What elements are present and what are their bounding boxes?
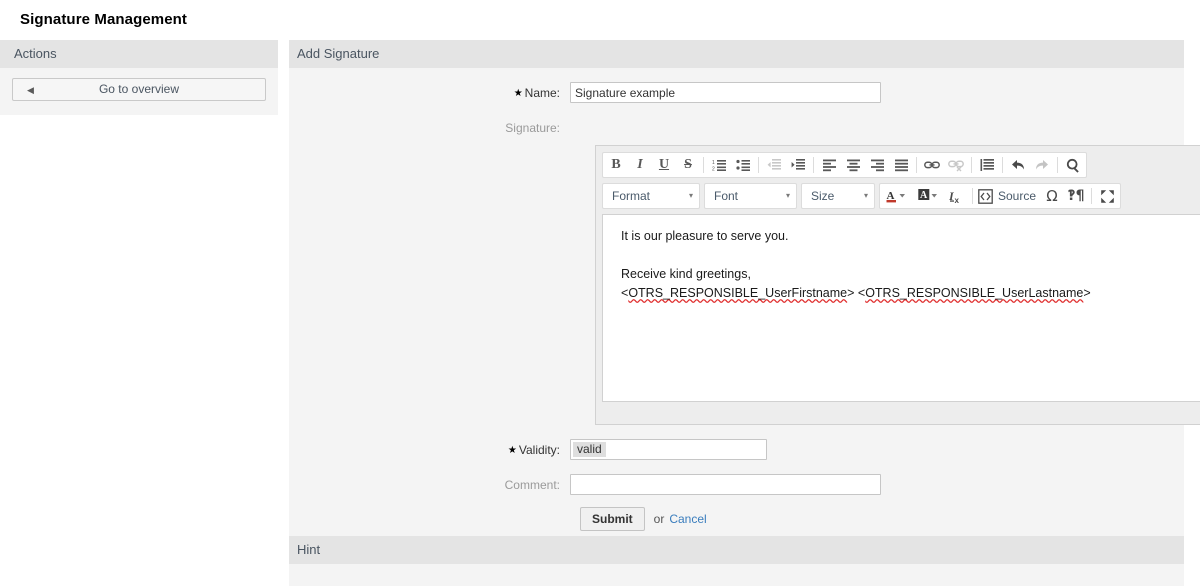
actions-widget-header: Actions: [0, 40, 278, 68]
submit-button[interactable]: Submit: [580, 507, 645, 531]
hint-widget: Hint: [289, 536, 1184, 586]
remove-format-icon[interactable]: Ix: [945, 185, 969, 207]
name-row: ★ Name:: [289, 82, 1184, 106]
unlink-icon[interactable]: [944, 154, 968, 176]
text-color-icon[interactable]: A: [881, 185, 913, 207]
bulleted-list-icon[interactable]: [731, 154, 755, 176]
svg-text:2: 2: [712, 167, 715, 173]
signature-editor: B I U S 12 Format ▾ Font ▾ Size ▾ A A I …: [595, 145, 1200, 425]
align-right-icon[interactable]: [865, 154, 889, 176]
align-center-icon[interactable]: [841, 154, 865, 176]
required-star-icon: ★: [513, 88, 523, 99]
validity-selected-option: valid: [573, 442, 606, 457]
toolbar-separator: [813, 157, 814, 173]
cke-editor-container: B I U S 12 Format ▾ Font ▾ Size ▾ A A I …: [595, 145, 1200, 425]
bidi-icon[interactable]: ‽¶: [1064, 185, 1088, 207]
cke-toolbar-row-2: Format ▾ Font ▾ Size ▾ A A I x Source Ω …: [602, 183, 1200, 209]
toolbar-separator: [916, 157, 917, 173]
editor-paragraph-2: Receive kind greetings, <OTRS_RESPONSIBL…: [621, 265, 1193, 303]
cke-footer: [596, 402, 1200, 424]
italic-icon[interactable]: I: [628, 154, 652, 176]
editor-line-2: Receive kind greetings,: [621, 267, 751, 281]
actions-widget: Actions ◀ Go to overview: [0, 40, 278, 115]
blockquote-icon[interactable]: [975, 154, 999, 176]
find-icon[interactable]: [1061, 154, 1085, 176]
toolbar-separator: [703, 157, 704, 173]
align-justify-icon[interactable]: [889, 154, 913, 176]
cke-toolbox: B I U S 12 Format ▾ Font ▾ Size ▾ A A I …: [596, 152, 1200, 209]
add-signature-header: Add Signature: [289, 40, 1184, 68]
hint-widget-header: Hint: [289, 536, 1184, 564]
name-field-wrap: [570, 82, 881, 103]
cke-toolbar-row-1: B I U S 12: [602, 152, 1200, 178]
source-label: Source: [998, 189, 1037, 203]
required-star-icon: ★: [507, 445, 517, 456]
toolbar-separator: [1057, 157, 1058, 173]
size-combo[interactable]: Size ▾: [801, 183, 875, 209]
numbered-list-icon[interactable]: 12: [707, 154, 731, 176]
chevron-down-icon: ▾: [863, 191, 868, 200]
sidebar-item-label: Go to overview: [98, 82, 180, 96]
font-combo[interactable]: Font ▾: [704, 183, 797, 209]
format-combo[interactable]: Format ▾: [602, 183, 700, 209]
bold-icon[interactable]: B: [604, 154, 628, 176]
editor-tag-firstname: OTRS_RESPONSIBLE_UserFirstname: [628, 286, 848, 300]
background-color-icon[interactable]: A: [913, 185, 945, 207]
editor-tag-lastname: OTRS_RESPONSIBLE_UserLastname: [865, 286, 1084, 300]
cancel-link[interactable]: Cancel: [669, 512, 706, 526]
editor-paragraph-1: It is our pleasure to serve you.: [621, 229, 789, 243]
indent-icon[interactable]: [786, 154, 810, 176]
editor-line-3-mid: > <: [847, 286, 866, 300]
toolbar-separator: [971, 157, 972, 173]
page-layout: Actions ◀ Go to overview Add Signature ★…: [0, 40, 1200, 586]
toolbar-separator: [758, 157, 759, 173]
underline-icon[interactable]: U: [652, 154, 676, 176]
toolbar-separator: [1002, 157, 1003, 173]
form-actions: Submit or Cancel: [580, 507, 1184, 531]
add-signature-form: ★Name: Signature: B: [289, 68, 1200, 547]
sidebar-item-go-to-overview[interactable]: ◀ Go to overview: [12, 78, 266, 101]
actions-widget-body: ◀ Go to overview: [0, 68, 278, 115]
signature-label: Signature:: [505, 121, 560, 135]
chevron-down-icon: ▾: [785, 191, 790, 200]
cke-basicstyles-group: B I U S 12: [602, 152, 1087, 178]
link-icon[interactable]: [920, 154, 944, 176]
main-content: Add Signature ★Name: Signature:: [289, 40, 1200, 547]
hint-widget-body: [289, 564, 1184, 586]
redo-icon[interactable]: [1030, 154, 1054, 176]
comment-row: Comment:: [289, 474, 1184, 496]
format-combo-label: Format: [612, 189, 651, 203]
maximize-icon[interactable]: [1095, 185, 1119, 207]
page-title: Signature Management: [20, 11, 188, 28]
signature-editor-body[interactable]: It is our pleasure to serve you. Receive…: [602, 214, 1200, 402]
toolbar-separator: [1091, 188, 1093, 204]
svg-text:1: 1: [712, 160, 715, 166]
editor-line-3-close: >: [1083, 286, 1091, 300]
comment-label: Comment:: [504, 478, 560, 492]
outdent-icon[interactable]: [762, 154, 786, 176]
name-input[interactable]: [570, 82, 881, 103]
sidebar: Actions ◀ Go to overview: [0, 40, 278, 115]
font-combo-label: Font: [714, 189, 739, 203]
validity-label: ★ Validity:: [507, 443, 560, 457]
strikethrough-icon[interactable]: S: [676, 154, 700, 176]
chevron-down-icon: ▾: [688, 191, 693, 200]
undo-icon[interactable]: [1006, 154, 1030, 176]
validity-row: ★ Validity: valid: [289, 439, 1184, 463]
toolbar-separator: [972, 188, 973, 204]
align-left-icon[interactable]: [817, 154, 841, 176]
svg-text:x: x: [955, 196, 960, 204]
size-combo-label: Size: [811, 189, 835, 203]
source-icon[interactable]: Source: [976, 185, 1040, 207]
special-character-icon[interactable]: Ω: [1040, 185, 1064, 207]
or-label: or: [653, 512, 665, 526]
signature-label-row: Signature:: [289, 117, 1184, 139]
validity-select[interactable]: valid: [570, 439, 767, 460]
svg-text:A: A: [920, 190, 928, 201]
back-arrow-icon: ◀: [27, 85, 34, 95]
cke-colors-tools-group: A A Ix Source Ω ‽¶: [879, 183, 1122, 209]
name-label: ★ Name:: [513, 86, 560, 100]
comment-input[interactable]: [570, 474, 881, 495]
